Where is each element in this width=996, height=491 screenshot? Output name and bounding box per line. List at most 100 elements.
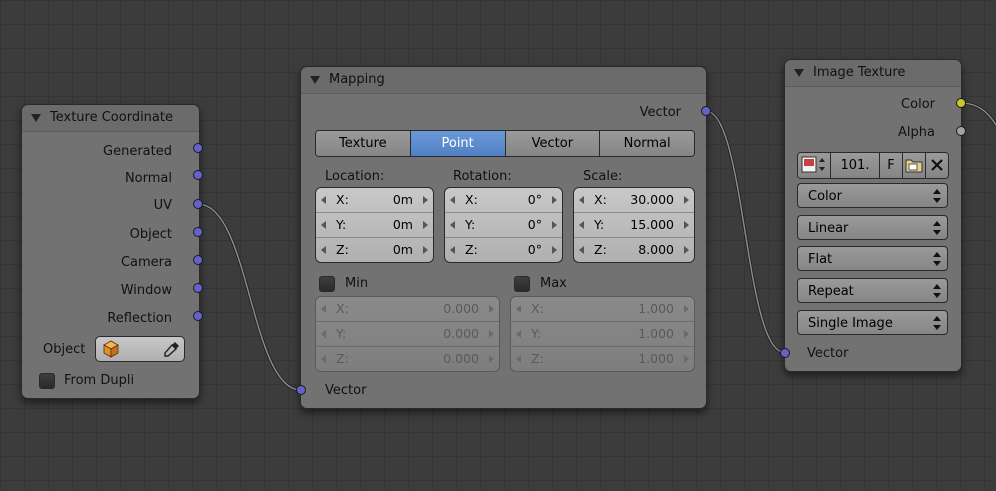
decrement-icon[interactable] — [516, 305, 521, 313]
interpolation-dropdown[interactable]: Linear — [797, 215, 948, 240]
axis-label: X: — [594, 192, 607, 207]
source-dropdown[interactable]: Single Image — [797, 310, 948, 335]
image-browse-button[interactable] — [798, 153, 831, 178]
field-value: 8.000 — [638, 242, 674, 257]
socket-object[interactable] — [193, 227, 203, 237]
rotation-y-field[interactable]: Y: 0° — [445, 213, 562, 238]
tab-point[interactable]: Point — [410, 131, 506, 156]
node-header[interactable]: Mapping — [301, 67, 706, 94]
increment-icon[interactable] — [684, 305, 689, 313]
increment-icon[interactable] — [489, 355, 494, 363]
decrement-icon[interactable] — [516, 330, 521, 338]
decrement-icon[interactable] — [579, 196, 584, 204]
projection-dropdown[interactable]: Flat — [797, 246, 948, 271]
increment-icon[interactable] — [552, 221, 557, 229]
decrement-icon[interactable] — [579, 246, 584, 254]
socket-vector-in[interactable] — [780, 348, 790, 358]
decrement-icon[interactable] — [579, 221, 584, 229]
max-y-field[interactable]: Y: 1.000 — [511, 322, 694, 347]
tab-vector[interactable]: Vector — [505, 131, 601, 156]
decrement-icon[interactable] — [321, 196, 326, 204]
collapse-arrow-icon[interactable] — [794, 69, 804, 77]
dropdown-value: Linear — [808, 221, 849, 236]
increment-icon[interactable] — [552, 196, 557, 204]
increment-icon[interactable] — [423, 246, 428, 254]
image-users-count[interactable]: 101. — [831, 153, 880, 178]
decrement-icon[interactable] — [450, 221, 455, 229]
increment-icon[interactable] — [489, 330, 494, 338]
location-x-field[interactable]: X: 0m — [316, 188, 433, 213]
decrement-icon[interactable] — [321, 305, 326, 313]
socket-alpha[interactable] — [956, 126, 966, 136]
scale-y-field[interactable]: Y: 15.000 — [574, 213, 694, 238]
unlink-image-button[interactable] — [926, 153, 948, 178]
socket-window[interactable] — [193, 283, 203, 293]
decrement-icon[interactable] — [321, 246, 326, 254]
image-texture-node[interactable]: Image Texture Color Alpha 101. F Color L… — [780, 59, 966, 372]
node-header[interactable]: Image Texture — [785, 60, 961, 87]
max-z-field[interactable]: Z: 1.000 — [511, 347, 694, 371]
socket-normal[interactable] — [193, 170, 203, 180]
color-space-dropdown[interactable]: Color — [797, 183, 948, 208]
rotation-x-field[interactable]: X: 0° — [445, 188, 562, 213]
socket-camera[interactable] — [193, 255, 203, 265]
socket-vector-out[interactable] — [701, 106, 711, 116]
increment-icon[interactable] — [552, 246, 557, 254]
collapse-arrow-icon[interactable] — [310, 76, 320, 84]
increment-icon[interactable] — [489, 305, 494, 313]
max-x-field[interactable]: X: 1.000 — [511, 297, 694, 322]
link-uv-to-mapping[interactable] — [197, 202, 302, 392]
decrement-icon[interactable] — [450, 246, 455, 254]
increment-icon[interactable] — [423, 196, 428, 204]
fake-user-button[interactable]: F — [880, 153, 903, 178]
socket-reflection[interactable] — [193, 311, 203, 321]
increment-icon[interactable] — [423, 221, 428, 229]
link-mapping-to-image[interactable] — [705, 109, 785, 354]
node-header[interactable]: Texture Coordinate — [22, 105, 199, 132]
socket-label: Color — [901, 97, 935, 112]
socket-generated[interactable] — [193, 143, 203, 153]
extension-dropdown[interactable]: Repeat — [797, 278, 948, 303]
socket-uv[interactable] — [193, 199, 203, 209]
axis-label: Y: — [336, 217, 347, 232]
scale-x-field[interactable]: X: 30.000 — [574, 188, 694, 213]
decrement-icon[interactable] — [321, 221, 326, 229]
rotation-z-field[interactable]: Z: 0° — [445, 238, 562, 262]
min-checkbox[interactable] — [319, 276, 335, 292]
socket-label: Reflection — [107, 311, 172, 326]
max-checkbox[interactable] — [514, 276, 530, 292]
increment-icon[interactable] — [684, 355, 689, 363]
socket-label: Vector — [639, 105, 681, 120]
object-field[interactable] — [95, 336, 185, 362]
axis-label: Y: — [594, 217, 605, 232]
scale-z-field[interactable]: Z: 8.000 — [574, 238, 694, 262]
increment-icon[interactable] — [684, 196, 689, 204]
increment-icon[interactable] — [684, 246, 689, 254]
tab-texture[interactable]: Texture — [316, 131, 411, 156]
min-x-field[interactable]: X: 0.000 — [316, 297, 499, 322]
decrement-icon[interactable] — [450, 196, 455, 204]
location-z-field[interactable]: Z: 0m — [316, 238, 433, 262]
from-dupli-checkbox[interactable] — [39, 373, 55, 389]
socket-vector-in[interactable] — [296, 385, 306, 395]
increment-icon[interactable] — [684, 221, 689, 229]
socket-color[interactable] — [956, 98, 966, 108]
min-z-field[interactable]: Z: 0.000 — [316, 347, 499, 371]
decrement-icon[interactable] — [321, 330, 326, 338]
location-y-field[interactable]: Y: 0m — [316, 213, 433, 238]
min-y-field[interactable]: Y: 0.000 — [316, 322, 499, 347]
decrement-icon[interactable] — [321, 355, 326, 363]
eyedropper-icon[interactable] — [164, 341, 180, 357]
open-image-button[interactable] — [903, 153, 926, 178]
mapping-node[interactable]: Mapping Vector Texture Point Vector Norm… — [296, 66, 711, 409]
link-color-out[interactable] — [960, 101, 996, 126]
node-title: Mapping — [329, 72, 385, 87]
axis-label: Z: — [465, 242, 478, 257]
texture-coordinate-node[interactable]: Texture Coordinate Generated Normal UV O… — [21, 104, 203, 399]
tab-normal[interactable]: Normal — [600, 131, 694, 156]
collapse-arrow-icon[interactable] — [31, 114, 41, 122]
field-value: 30.000 — [630, 192, 674, 207]
axis-label: Y: — [465, 217, 476, 232]
decrement-icon[interactable] — [516, 355, 521, 363]
increment-icon[interactable] — [684, 330, 689, 338]
